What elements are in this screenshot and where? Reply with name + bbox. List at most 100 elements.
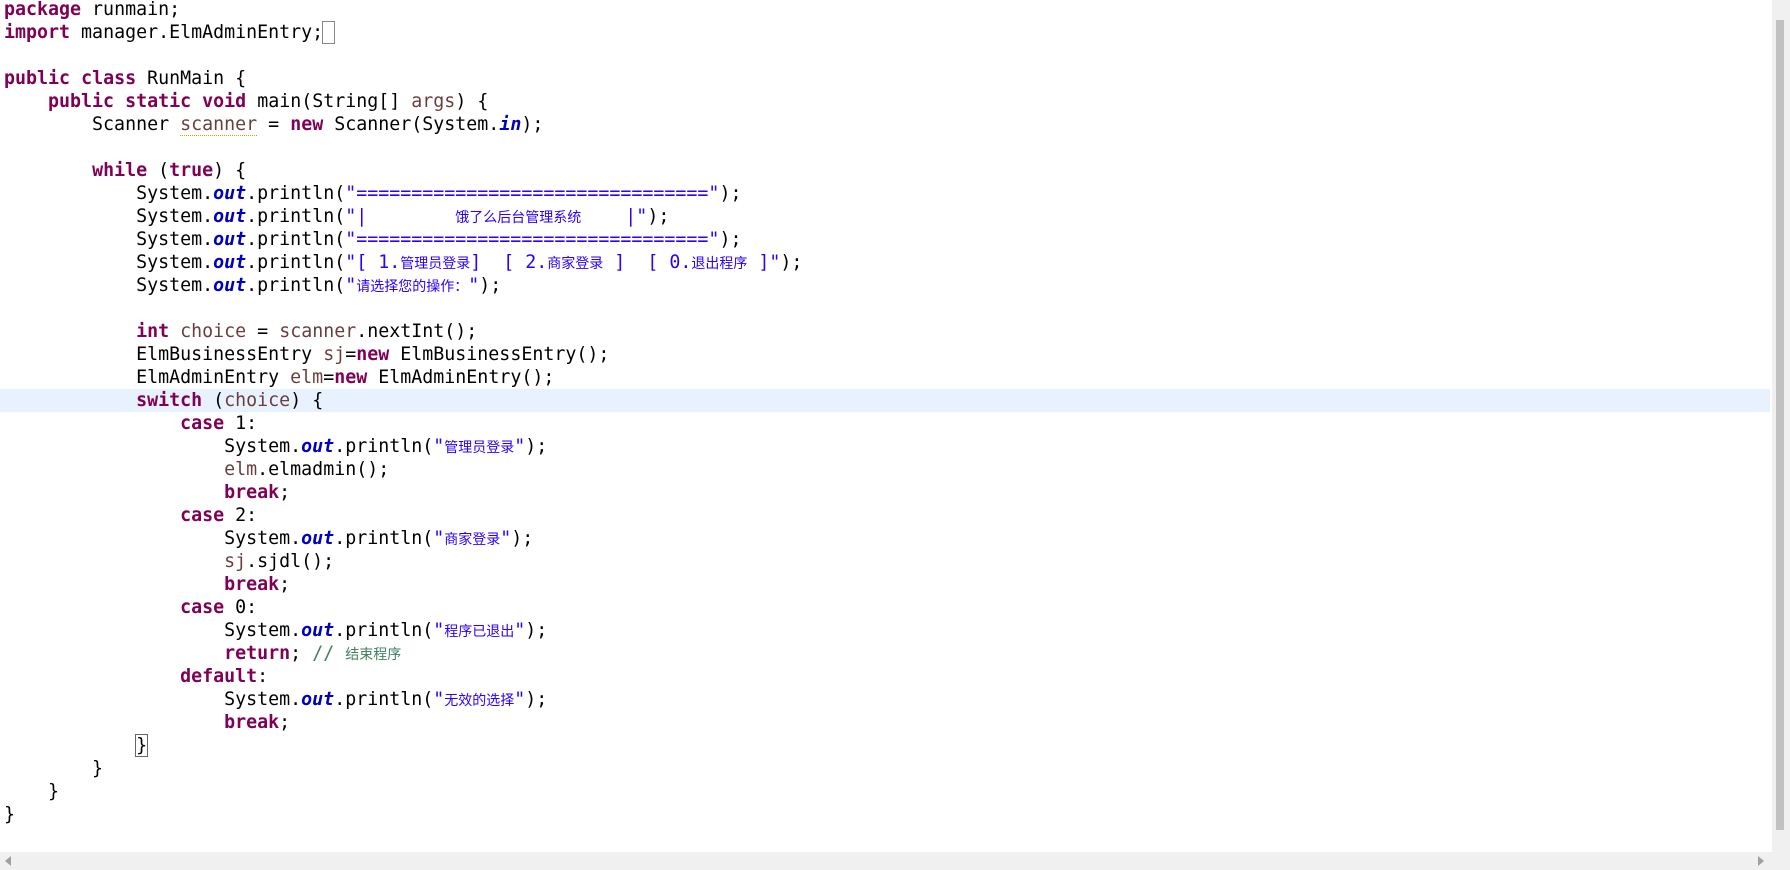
code-token: " — [433, 436, 445, 457]
code-token: " — [433, 689, 445, 710]
code-line[interactable]: System.out.println("商家登录"); — [0, 527, 1770, 550]
code-line[interactable]: System.out.println("程序已退出"); — [0, 619, 1770, 642]
code-line[interactable]: } — [0, 780, 1770, 803]
horizontal-scrollbar[interactable] — [0, 852, 1772, 870]
code-line[interactable]: System.out.println("| 饿了么后台管理系统 |"); — [0, 205, 1770, 228]
code-line[interactable]: ElmAdminEntry elm=new ElmAdminEntry(); — [0, 366, 1770, 389]
code-line[interactable]: public class RunMain { — [0, 67, 1770, 90]
code-token: break — [224, 574, 280, 595]
code-token: 管理员登录 — [400, 256, 471, 272]
code-token: ElmBusinessEntry(); — [389, 344, 610, 365]
code-line[interactable]: default: — [0, 665, 1770, 688]
code-token: public — [48, 91, 115, 112]
code-token: ); — [719, 183, 742, 204]
code-token: int — [136, 321, 170, 342]
code-line[interactable]: break; — [0, 711, 1770, 734]
code-line[interactable] — [0, 297, 1770, 320]
code-token: ; — [279, 712, 291, 733]
code-line[interactable]: elm.elmadmin(); — [0, 458, 1770, 481]
code-token: switch — [136, 390, 203, 411]
code-line[interactable]: ElmBusinessEntry sj=new ElmBusinessEntry… — [0, 343, 1770, 366]
code-token: .println( — [334, 620, 434, 641]
code-token: new — [290, 114, 324, 135]
code-line[interactable]: public static void main(String[] args) { — [0, 90, 1770, 113]
code-token: true — [169, 160, 214, 181]
code-token: case — [180, 597, 225, 618]
code-token: case — [180, 505, 225, 526]
code-line[interactable]: int choice = scanner.nextInt(); — [0, 320, 1770, 343]
code-line[interactable]: } — [0, 803, 1770, 826]
code-line[interactable] — [0, 136, 1770, 159]
code-token: = — [323, 367, 335, 388]
code-line[interactable]: while (true) { — [0, 159, 1770, 182]
code-token: System. — [4, 620, 302, 641]
code-token: choice — [180, 321, 247, 342]
code-line[interactable] — [0, 44, 1770, 67]
code-token: args — [411, 91, 456, 112]
code-token: = — [257, 114, 291, 135]
code-token: manager.ElmAdminEntry; — [70, 22, 324, 43]
code-token: scanner — [279, 321, 357, 342]
code-token: : — [257, 666, 269, 687]
code-line[interactable]: case 2: — [0, 504, 1770, 527]
code-line[interactable]: System.out.println("请选择您的操作："); — [0, 274, 1770, 297]
code-token: } — [4, 781, 60, 802]
code-token: package — [4, 0, 82, 20]
code-line[interactable]: package runmain; — [0, 0, 1770, 21]
code-token: .sjdl(); — [246, 551, 335, 572]
code-line[interactable]: case 0: — [0, 596, 1770, 619]
code-token: return — [224, 643, 291, 664]
code-token: System. — [4, 528, 302, 549]
vertical-scrollbar-thumb[interactable] — [1776, 20, 1784, 830]
code-token: ) { — [455, 91, 489, 112]
code-token: ); — [511, 528, 534, 549]
code-token: 管理员登录 — [444, 440, 515, 456]
code-token: ] [ 2. — [470, 252, 548, 273]
code-line[interactable]: } — [0, 757, 1770, 780]
code-token: .println( — [246, 275, 346, 296]
code-token: "| — [345, 206, 456, 227]
code-token: out — [213, 252, 247, 273]
code-line[interactable]: Scanner scanner = new Scanner(System.in)… — [0, 113, 1770, 136]
code-token: elm — [224, 459, 258, 480]
code-token: choice — [224, 390, 291, 411]
scroll-left-arrow-icon[interactable] — [5, 856, 11, 866]
code-token: public — [4, 68, 71, 89]
code-token: ); — [525, 436, 548, 457]
code-line[interactable]: } — [0, 734, 1770, 757]
code-line[interactable]: System.out.println("无效的选择"); — [0, 688, 1770, 711]
code-token: 结束程序 — [345, 647, 402, 663]
code-token: RunMain { — [136, 68, 247, 89]
code-line-current[interactable]: switch (choice) { — [0, 389, 1770, 412]
code-token: ); — [525, 620, 548, 641]
scroll-right-arrow-icon[interactable] — [1758, 856, 1764, 866]
code-line[interactable]: break; — [0, 573, 1770, 596]
code-line[interactable]: System.out.println("管理员登录"); — [0, 435, 1770, 458]
code-token: new — [356, 344, 390, 365]
code-token: import — [4, 22, 71, 43]
code-line[interactable]: return; // 结束程序 — [0, 642, 1770, 665]
code-token: // — [312, 643, 346, 664]
code-token: System. — [4, 252, 214, 273]
code-line[interactable]: System.out.println("====================… — [0, 182, 1770, 205]
code-line[interactable]: System.out.println("====================… — [0, 228, 1770, 251]
code-line[interactable]: import manager.ElmAdminEntry; — [0, 21, 1770, 44]
code-token: Scanner — [4, 114, 181, 135]
code-line[interactable]: case 1: — [0, 412, 1770, 435]
code-line[interactable]: break; — [0, 481, 1770, 504]
code-token: ) { — [290, 390, 324, 411]
code-token: class — [81, 68, 137, 89]
code-line[interactable]: sj.sjdl(); — [0, 550, 1770, 573]
code-editor[interactable]: package runmain; import manager.ElmAdminE… — [0, 0, 1770, 850]
code-token: "================================" — [345, 229, 720, 250]
code-token: 1: — [224, 413, 258, 434]
vertical-scrollbar[interactable] — [1772, 0, 1790, 852]
code-token: ]" — [747, 252, 781, 273]
code-line[interactable]: System.out.println("[ 1.管理员登录] [ 2.商家登录 … — [0, 251, 1770, 274]
